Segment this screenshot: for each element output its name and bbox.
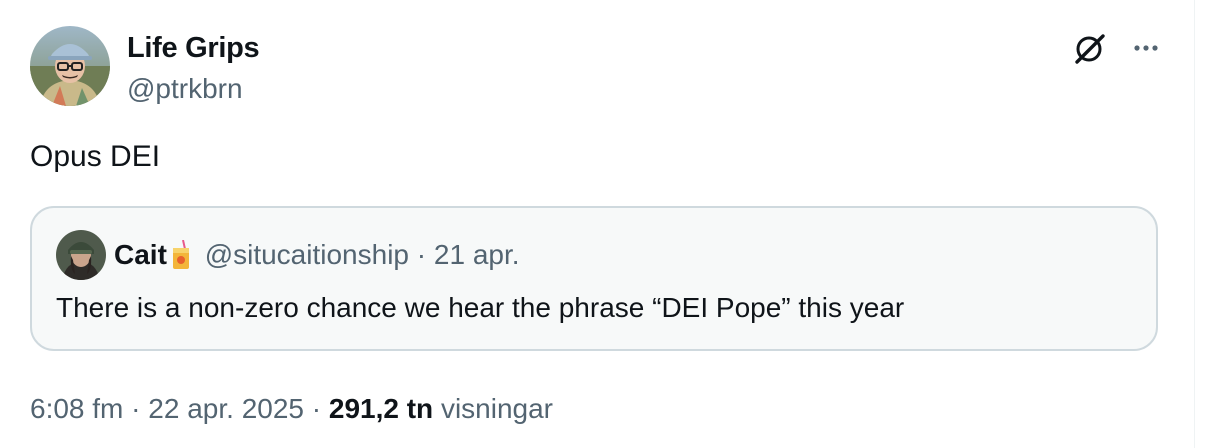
byline-separator: · <box>416 239 427 270</box>
tweet-header: Life Grips @ptrkbrn <box>30 26 1180 108</box>
juice-box-emoji-icon <box>171 239 191 277</box>
author-handle[interactable]: @ptrkbrn <box>127 73 243 105</box>
tweet-time[interactable]: 6:08 fm <box>30 393 123 424</box>
more-icon[interactable] <box>1128 28 1168 68</box>
metadata-separator: · <box>131 393 141 424</box>
grok-icon[interactable] <box>1070 28 1110 68</box>
tweet-date[interactable]: 22 apr. 2025 <box>148 393 304 424</box>
views-count: 291,2 tn <box>328 393 434 424</box>
quoted-author-handle[interactable]: @situcaitionship <box>205 239 409 270</box>
tweet-text: Opus DEI <box>30 140 161 173</box>
quoted-tweet-text: There is a non-zero chance we hear the p… <box>56 292 905 323</box>
tweet-metadata: 6:08 fm · 22 apr. 2025 · 291,2 tn visnin… <box>30 393 553 425</box>
quoted-author-display-name[interactable]: Cait <box>114 239 167 270</box>
timeline-border <box>1194 0 1195 448</box>
quoted-author-avatar[interactable] <box>56 230 106 280</box>
views-label: visningar <box>440 393 553 424</box>
author-display-name[interactable]: Life Grips <box>127 32 260 65</box>
author-avatar[interactable] <box>30 26 110 106</box>
metadata-separator: · <box>311 393 322 424</box>
quoted-tweet-byline: Cait @situcaitionship · 21 apr. <box>114 239 520 277</box>
quoted-tweet-card[interactable]: Cait @situcaitionship · 21 apr. There is… <box>30 206 1158 351</box>
quoted-tweet-date[interactable]: 21 apr. <box>434 239 520 270</box>
